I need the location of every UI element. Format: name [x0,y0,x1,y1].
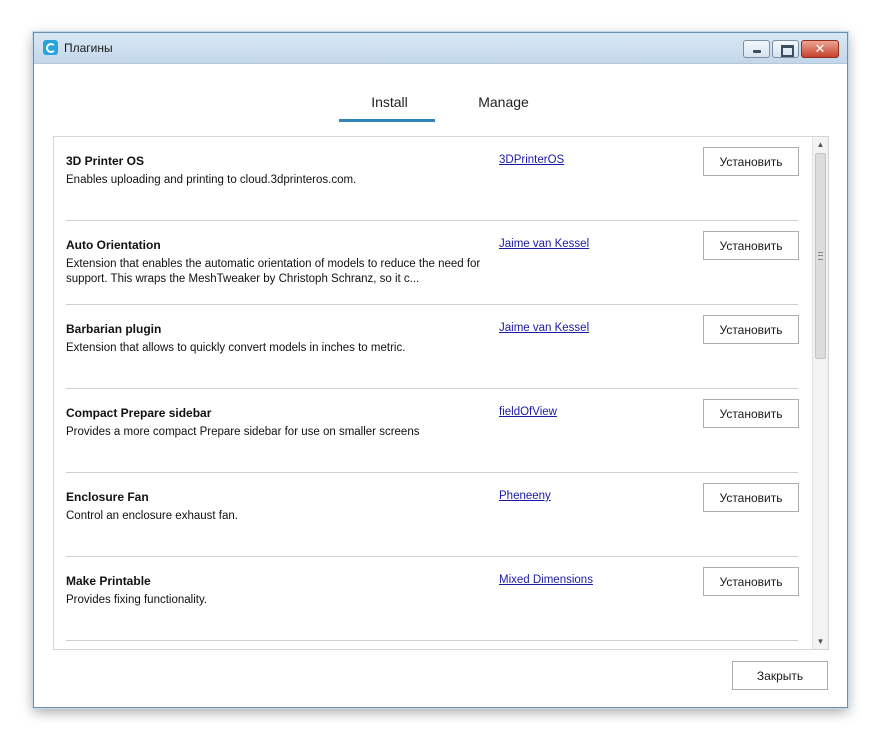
close-icon: ✕ [814,41,826,56]
close-button[interactable]: Закрыть [732,661,828,690]
plugin-description: Enables uploading and printing to cloud.… [66,174,357,186]
window-title: Плагины [64,41,113,55]
install-button[interactable]: Установить [703,567,799,596]
install-button[interactable]: Установить [703,147,799,176]
install-button[interactable]: Установить [703,315,799,344]
cura-logo-icon [43,40,58,55]
plugin-name: Barbarian plugin [66,322,162,336]
vertical-scrollbar[interactable]: ▲ ▼ [812,137,828,649]
dialog-content: Install Manage 3D Printer OS Enables upl… [34,64,847,707]
plugin-list[interactable]: 3D Printer OS Enables uploading and prin… [53,136,829,650]
close-window-button[interactable]: ✕ [801,40,839,58]
grip-icon [818,252,823,260]
plugins-dialog: Плагины ✕ Install Manage 3D Printer OS E… [33,32,848,708]
plugin-name: 3D Printer OS [66,154,145,168]
install-button[interactable]: Установить [703,231,799,260]
tab-manage[interactable]: Manage [456,94,551,110]
plugin-description: Extension that enables the automatic ori… [66,258,481,285]
chevron-up-icon[interactable]: ▲ [813,137,828,152]
plugin-author-link[interactable]: fieldOfView [499,406,557,418]
plugin-name: Compact Prepare sidebar [66,406,212,420]
plugin-author-link[interactable]: Mixed Dimensions [499,574,593,586]
minimize-icon [753,50,761,53]
plugin-name: Make Printable [66,574,151,588]
install-button[interactable]: Установить [703,483,799,512]
plugin-description: Provides fixing functionality. [66,594,208,606]
plugin-row-enclosure-fan: Enclosure Fan Control an enclosure exhau… [66,473,799,557]
plugin-description: Extension that allows to quickly convert… [66,342,406,354]
plugin-row-barbarian: Barbarian plugin Extension that allows t… [66,305,799,389]
plugin-author-link[interactable]: Jaime van Kessel [499,322,589,334]
plugin-description: Provides a more compact Prepare sidebar … [66,426,420,438]
active-tab-indicator [339,119,435,122]
plugin-author-link[interactable]: 3DPrinterOS [499,154,564,166]
minimize-button[interactable] [743,40,770,58]
scrollbar-thumb[interactable] [815,153,826,359]
plugin-row-auto-orientation: Auto Orientation Extension that enables … [66,221,799,305]
plugin-row-3d-printer-os: 3D Printer OS Enables uploading and prin… [66,137,799,221]
title-bar[interactable]: Плагины ✕ [34,33,847,64]
plugin-row-compact-prepare-sidebar: Compact Prepare sidebar Provides a more … [66,389,799,473]
maximize-button[interactable] [772,40,799,58]
chevron-down-icon[interactable]: ▼ [813,634,828,649]
plugin-name: Enclosure Fan [66,490,149,504]
plugin-description: Control an enclosure exhaust fan. [66,510,238,522]
plugin-row-make-printable: Make Printable Provides fixing functiona… [66,557,799,641]
tab-install[interactable]: Install [342,94,437,110]
plugin-name: Auto Orientation [66,238,161,252]
plugin-author-link[interactable]: Pheneeny [499,490,551,502]
install-button[interactable]: Установить [703,399,799,428]
plugin-author-link[interactable]: Jaime van Kessel [499,238,589,250]
maximize-icon [781,45,794,57]
